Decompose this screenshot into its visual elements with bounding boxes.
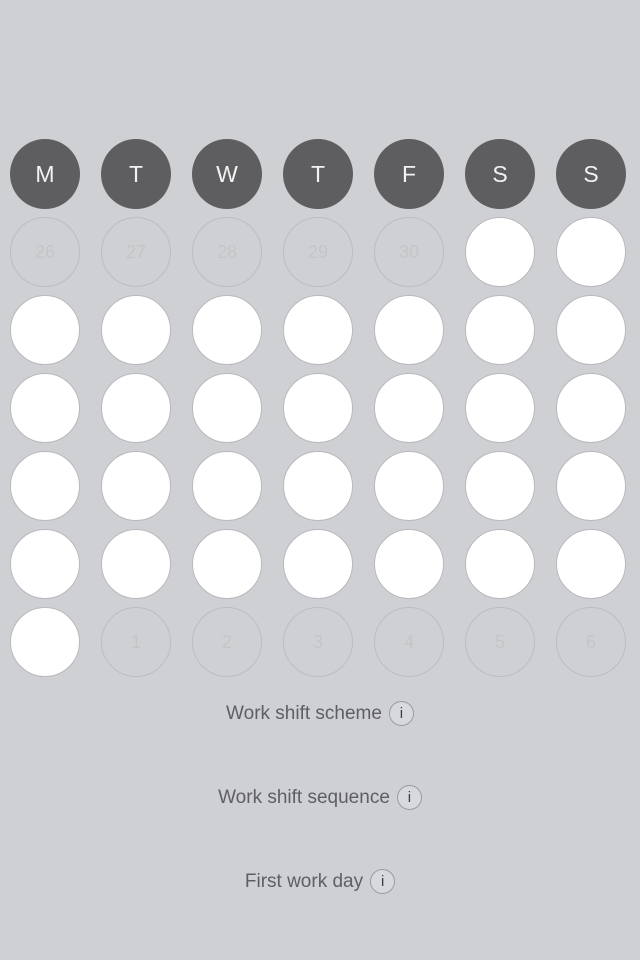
calendar-day[interactable]: [101, 295, 171, 365]
calendar-day[interactable]: [556, 529, 626, 599]
calendar-day[interactable]: [465, 373, 535, 443]
work-shift-scheme-setting[interactable]: Work shift scheme i: [0, 701, 640, 726]
prev-month-day: 28: [192, 217, 262, 287]
calendar-day[interactable]: [192, 373, 262, 443]
calendar-day[interactable]: [192, 295, 262, 365]
weekday-header-row: M T W T F S S: [10, 139, 631, 209]
weekday-friday: F: [374, 139, 444, 209]
calendar-day[interactable]: [465, 529, 535, 599]
calendar-day[interactable]: [283, 373, 353, 443]
calendar-day[interactable]: [10, 295, 80, 365]
calendar-day[interactable]: [556, 451, 626, 521]
calendar-day[interactable]: [192, 451, 262, 521]
calendar-day[interactable]: [556, 373, 626, 443]
calendar-day[interactable]: [101, 451, 171, 521]
calendar-day[interactable]: [374, 373, 444, 443]
work-shift-sequence-label[interactable]: Work shift sequence: [218, 787, 390, 809]
first-work-day-setting[interactable]: First work day i: [0, 869, 640, 894]
next-month-day: 4: [374, 607, 444, 677]
calendar-day[interactable]: [556, 295, 626, 365]
calendar-week-row: [10, 451, 631, 521]
weekday-sunday: S: [556, 139, 626, 209]
calendar-day[interactable]: [101, 373, 171, 443]
calendar-day[interactable]: [283, 529, 353, 599]
calendar-day[interactable]: [10, 451, 80, 521]
calendar-day[interactable]: [10, 373, 80, 443]
weekday-saturday: S: [465, 139, 535, 209]
weekday-wednesday: W: [192, 139, 262, 209]
calendar-week-row: [10, 295, 631, 365]
prev-month-day: 26: [10, 217, 80, 287]
calendar-day[interactable]: [10, 607, 80, 677]
calendar-day[interactable]: [465, 217, 535, 287]
next-month-day: 6: [556, 607, 626, 677]
work-shift-scheme-label[interactable]: Work shift scheme: [226, 703, 382, 725]
calendar-day[interactable]: [465, 295, 535, 365]
calendar-day[interactable]: [374, 529, 444, 599]
calendar-week-row: [10, 373, 631, 443]
calendar-week-row: 1 2 3 4 5 6: [10, 607, 631, 677]
calendar-day[interactable]: [374, 295, 444, 365]
first-work-day-label[interactable]: First work day: [245, 871, 363, 893]
weekday-thursday: T: [283, 139, 353, 209]
calendar-week-row: [10, 529, 631, 599]
calendar-day[interactable]: [283, 295, 353, 365]
calendar-day[interactable]: [10, 529, 80, 599]
calendar-day[interactable]: [465, 451, 535, 521]
next-month-day: 2: [192, 607, 262, 677]
info-icon[interactable]: i: [396, 785, 422, 810]
calendar-day[interactable]: [556, 217, 626, 287]
work-shift-sequence-setting[interactable]: Work shift sequence i: [0, 785, 640, 810]
next-month-day: 5: [465, 607, 535, 677]
calendar-day[interactable]: [283, 451, 353, 521]
info-icon[interactable]: i: [370, 869, 396, 894]
prev-month-day: 30: [374, 217, 444, 287]
calendar-day[interactable]: [374, 451, 444, 521]
calendar-day[interactable]: [101, 529, 171, 599]
next-month-day: 1: [101, 607, 171, 677]
prev-month-day: 29: [283, 217, 353, 287]
weekday-tuesday: T: [101, 139, 171, 209]
info-icon[interactable]: i: [388, 701, 414, 726]
prev-month-day: 27: [101, 217, 171, 287]
calendar-week-row: 26 27 28 29 30: [10, 217, 631, 287]
calendar-day[interactable]: [192, 529, 262, 599]
weekday-monday: M: [10, 139, 80, 209]
next-month-day: 3: [283, 607, 353, 677]
calendar-grid: M T W T F S S 26 27 28 29 30 1 2 3 4 5 6: [10, 139, 631, 685]
